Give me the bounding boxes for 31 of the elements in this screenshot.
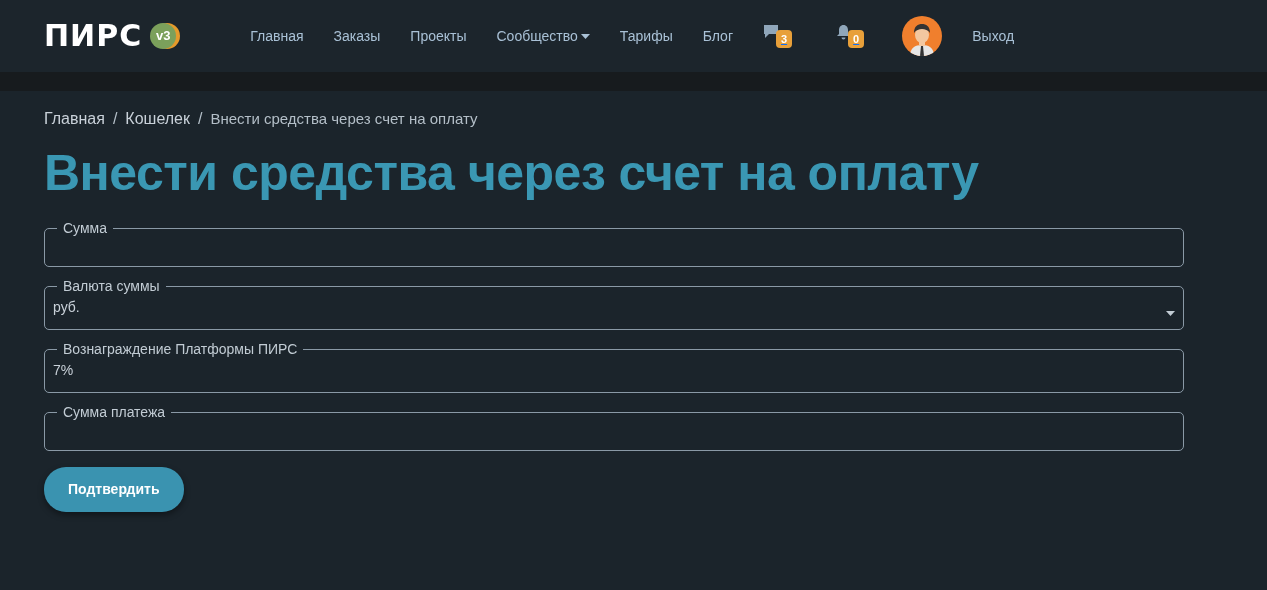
nav-link[interactable]: Главная [250, 25, 304, 47]
field-value: руб. [53, 298, 80, 317]
field-label: Валюта суммы [62, 279, 161, 293]
select-field[interactable]: Валюта суммы руб. [44, 279, 1184, 330]
submit-button[interactable]: Подтвердить [44, 467, 184, 512]
caret-icon [1166, 311, 1175, 316]
input-field[interactable]: Вознаграждение Платформы ПИРС 7% [44, 342, 1184, 393]
breadcrumb-separator: / [198, 109, 203, 129]
nav-link[interactable]: Проекты [410, 25, 467, 47]
field-label: Сумма платежа [62, 405, 167, 419]
input-field[interactable]: Сумма платежа [44, 405, 1184, 451]
avatar[interactable] [902, 16, 943, 56]
field-value: 7% [53, 361, 74, 380]
breadcrumb-link[interactable]: Главная [44, 107, 105, 131]
page-title: Внести средства через счет на оплату [44, 144, 980, 203]
notification-count: 0 [848, 29, 865, 49]
nav-link[interactable]: Сообщество [496, 25, 590, 47]
breadcrumb-current: Внести средства через счет на оплату [210, 108, 478, 129]
field-label: Сумма [62, 221, 108, 235]
nav-link[interactable]: Тарифы [619, 25, 673, 47]
breadcrumb-separator: / [112, 109, 118, 129]
message-count: 3 [776, 29, 793, 49]
field-label: Вознаграждение Платформы ПИРС [62, 342, 299, 356]
nav-link[interactable]: Заказы [333, 25, 381, 47]
input-field[interactable]: Сумма [44, 221, 1184, 267]
logo[interactable]: ПИРС [44, 21, 143, 51]
logout-link[interactable]: Выход [972, 25, 1015, 47]
nav-link[interactable]: Блог [702, 25, 733, 47]
chat-icon[interactable] [763, 23, 779, 39]
breadcrumb-link[interactable]: Кошелек [125, 107, 190, 131]
version-badge: v3 [150, 23, 177, 49]
